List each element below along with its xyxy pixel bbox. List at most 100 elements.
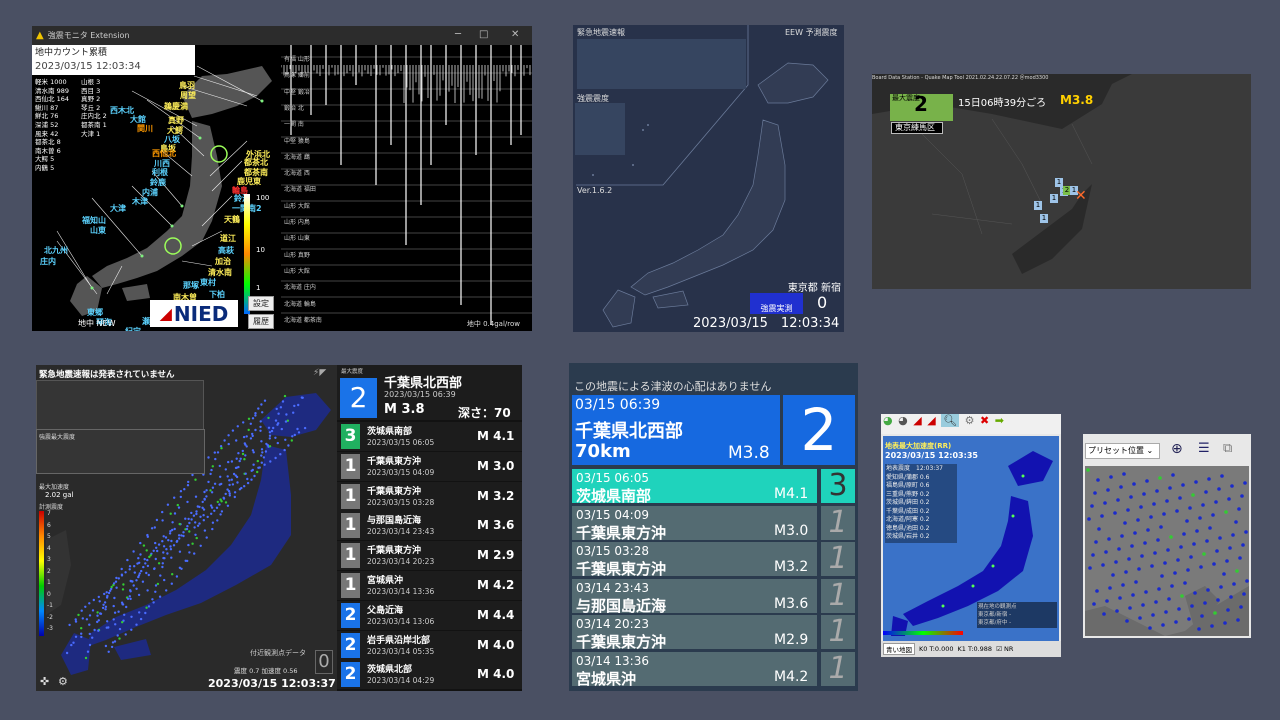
intensity-badge: 1 [341,453,360,479]
list-item[interactable]: 03/14 20:23 千葉県東方沖 M2.9 1 [572,615,855,651]
lightning-icon[interactable]: ⚡◤ [313,368,326,378]
nr-checkbox[interactable]: ☑ NR [996,645,1013,653]
station-dot [162,545,166,548]
station-dot [293,404,296,408]
magnitude: M 3.6 [477,518,515,533]
list-item[interactable]: 1 与那国島近海 2023/03/14 23:43 M 3.6 [337,511,522,541]
station-dot [102,603,105,606]
settings-button[interactable]: 設定 [248,296,274,311]
k0-field[interactable]: K0 T:0.000 [919,645,954,653]
search-icon[interactable]: 🔍︎ [941,414,960,427]
station-dot [97,595,100,599]
station-dot [176,503,179,507]
row-cell: 03/14 13:36 宮城県沖 M4.2 [572,651,817,688]
row-cell: 03/15 03:28 千葉県東方沖 M3.2 [572,542,817,578]
layers-icon[interactable]: ⧉ [1223,441,1232,456]
list-item[interactable]: 03/15 04:09 千葉県東方沖 M3.0 1 [572,505,855,542]
station-dot [167,539,170,542]
station-dot [231,429,235,432]
latest-quake[interactable]: 03/15 06:39 千葉県北西部 70km M3.8 [572,395,780,465]
station-dot [187,480,190,484]
new-label: 地中 NEW [78,319,116,328]
station-dot [284,420,288,423]
list-item[interactable]: 1 千葉県東方沖 2023/03/15 04:09 M 3.0 [337,451,522,481]
list-item[interactable]: 03/15 06:05 茨城県南部 M4.1 3 [572,469,855,505]
station-label: 東村 [200,278,216,287]
shindo-list: 地表震度 12:03:37 愛知県/蒲郡 0.6 福島県/原町 0.6 三重県/熊野 … [885,464,957,543]
cat-icon[interactable]: ◕ [898,414,908,427]
list-item[interactable]: 03/15 03:28 千葉県東方沖 M3.2 1 [572,542,855,578]
station-dot [1159,525,1163,529]
list-item[interactable]: 3 茨城県南部 2023/03/15 06:05 M 4.1 [337,422,522,451]
station-dot [1242,592,1246,596]
area-label: 東京練馬区 [891,122,943,134]
intensity-marker: 1 [1055,178,1063,187]
preset-select[interactable]: プリセット位置 ⌄ [1085,443,1160,459]
list-item[interactable]: 2 岩手県沿岸北部 2023/03/14 05:35 M 4.0 [337,630,522,660]
close-icon[interactable]: ✖ [980,414,989,427]
minimize-button[interactable]: ─ [455,29,461,40]
map-select[interactable]: 青い地図 [883,643,915,655]
station-dot [1241,543,1245,547]
latest-quake[interactable]: 最大震度 2 千葉県北西部 2023/03/15 06:39 M 3.8 深さ：… [337,365,522,435]
station-dot [1203,601,1207,605]
station-dot [173,527,176,531]
station-dot [1165,499,1169,503]
arrow-right-icon[interactable]: ➡ [995,414,1004,427]
list-item[interactable]: 1 千葉県東方沖 2023/03/14 20:23 M 2.9 [337,541,522,571]
count-item: 西仙北 164 [35,95,69,104]
station-dot [185,527,189,531]
count-item: 都茶南 1 [81,120,107,129]
station-dot [178,550,182,553]
station-dot [260,448,264,451]
cat-icon[interactable]: ◕ [883,414,893,427]
station-dot [236,481,239,484]
nied-icon[interactable]: ◢ [927,414,935,427]
station-dot [142,565,145,569]
station-dot [250,478,253,481]
station-dot [163,578,166,582]
list-item[interactable]: 2 父島近海 2023/03/14 13:06 M 4.4 [337,600,522,630]
station-dot [1235,569,1239,573]
list-item[interactable]: 1 千葉県東方沖 2023/03/15 03:28 M 3.2 [337,481,522,511]
station-dot [228,492,231,495]
list-item[interactable]: 2 茨城県北部 2023/03/14 04:29 M 4.0 [337,660,522,690]
gear-icon[interactable]: ⚙ [58,675,68,688]
station-dot [207,456,210,459]
station-name: 山形 真野 [284,251,310,259]
station-dot [159,574,162,577]
history-button[interactable]: 履歴 [248,314,274,329]
station-dot [153,567,156,570]
gear-icon[interactable]: ⚙ [965,414,975,427]
date: 2023/03/14 23:43 [367,527,435,537]
station-dot [1218,536,1222,540]
station-dot [161,519,164,522]
station-dot [182,531,185,534]
station-dot [146,535,149,538]
maximize-button[interactable]: □ [479,29,488,40]
station-dot [219,513,222,516]
crosshair-icon[interactable]: ✜ [40,675,49,688]
list-item[interactable]: 1 宮城県沖 2023/03/14 13:36 M 4.2 [337,571,522,600]
list-icon[interactable]: ☰ [1198,441,1210,456]
zoom-in-icon[interactable]: ⊕ [1171,441,1183,457]
station-dot [201,506,204,509]
nied-icon[interactable]: ◢ [913,414,921,427]
close-button[interactable]: ✕ [511,29,519,40]
intensity-badge: 1 [341,483,360,509]
list-item[interactable]: 03/14 23:43 与那国島近海 M3.6 1 [572,578,855,615]
station-dot [166,503,170,506]
intensity-badge: 1 [341,573,360,598]
station-dot [207,480,210,484]
k1-field[interactable]: K1 T:0.988 [958,645,993,653]
list-item[interactable]: 03/14 13:36 宮城県沖 M4.2 1 [572,651,855,688]
station-dot [1091,553,1095,557]
station-dot [1136,518,1140,522]
intensity-badge: 1 [821,615,855,649]
date: 2023/03/14 20:23 [367,557,435,567]
station-dot [267,416,270,420]
row-cell: 03/14 20:23 千葉県東方沖 M2.9 [572,615,817,651]
station-dot [156,549,159,553]
station-dot [1100,514,1104,518]
max-acc-value: 2.02 gal [45,491,74,499]
